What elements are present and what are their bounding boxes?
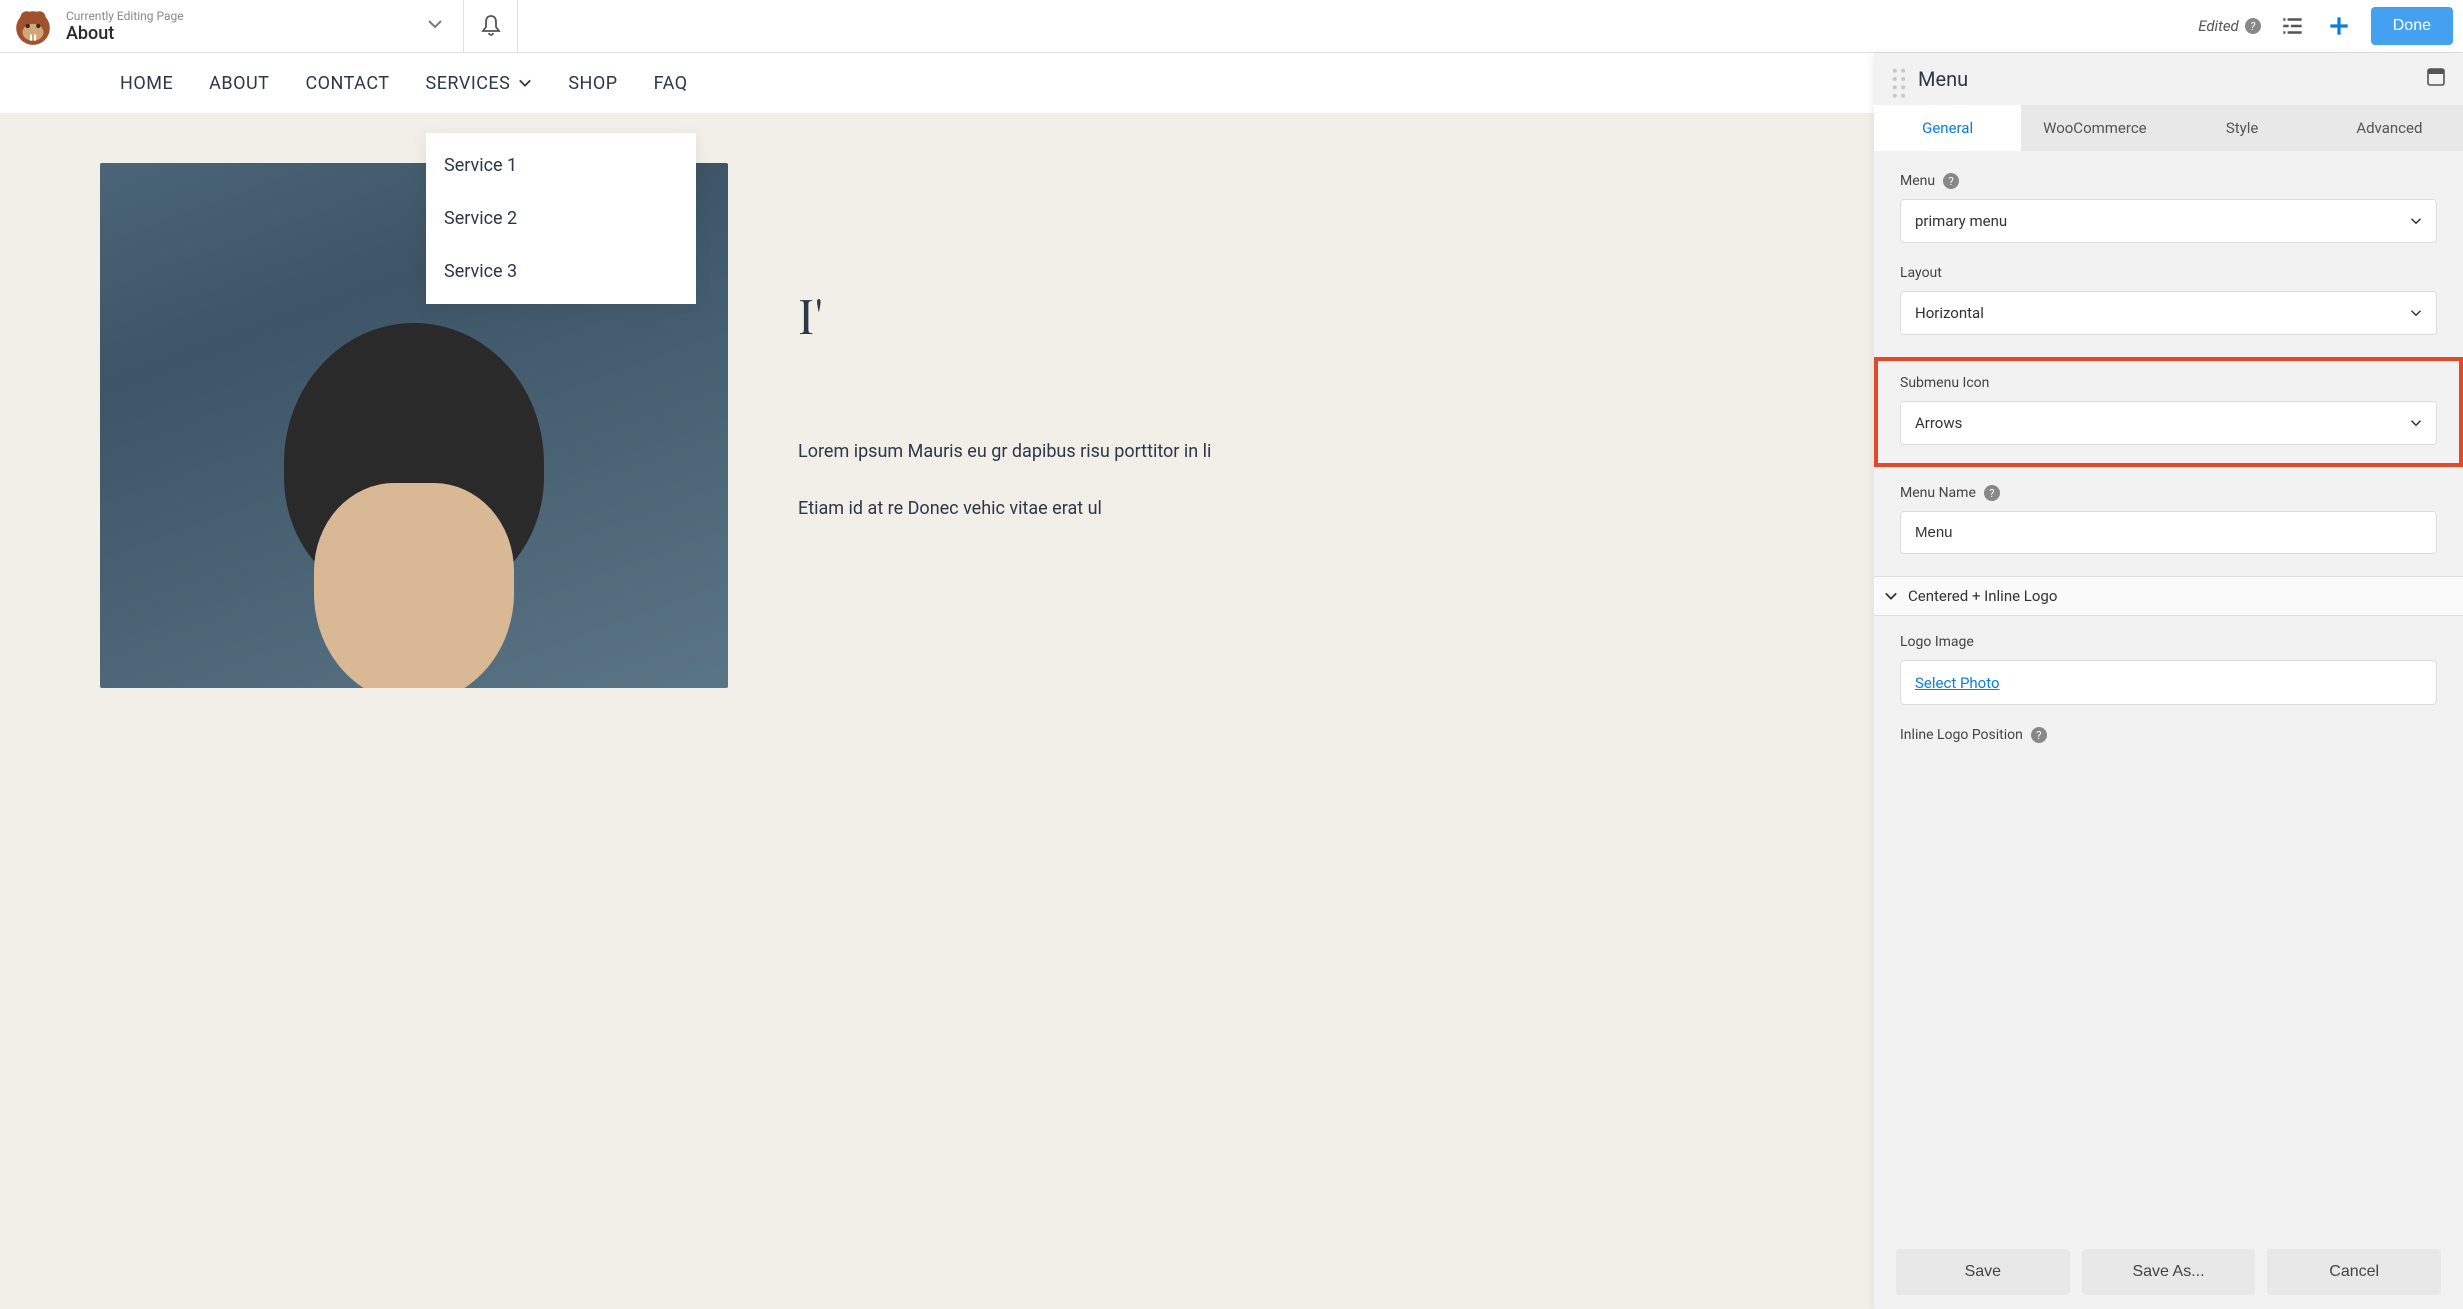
panel-tabs: General WooCommerce Style Advanced — [1874, 105, 2463, 151]
save-button[interactable]: Save — [1896, 1249, 2070, 1295]
menu-field-label-text: Menu — [1900, 173, 1935, 189]
logo-image-label: Logo Image — [1900, 634, 2437, 650]
layout-select-value: Horizontal — [1915, 304, 1984, 322]
field-inline-logo-position: Inline Logo Position ? — [1900, 727, 2437, 743]
submenu-service-3[interactable]: Service 3 — [426, 245, 696, 298]
chevron-down-icon — [518, 76, 532, 90]
page-info: Currently Editing Page About — [66, 9, 419, 44]
section-label: Centered + Inline Logo — [1908, 587, 2057, 605]
menu-name-label: Menu Name ? — [1900, 485, 2437, 501]
save-as-button[interactable]: Save As... — [2082, 1249, 2256, 1295]
top-right-actions: Edited ? Done — [2198, 7, 2463, 45]
menu-select-value: primary menu — [1915, 212, 2007, 230]
help-icon[interactable]: ? — [2031, 727, 2047, 743]
field-menu: Menu ? primary menu — [1900, 173, 2437, 243]
panel-footer: Save Save As... Cancel — [1874, 1235, 2463, 1309]
app-logo-icon — [12, 5, 54, 47]
notifications-wrapper — [464, 0, 518, 52]
submenu-service-2[interactable]: Service 2 — [426, 192, 696, 245]
outline-button[interactable] — [2279, 12, 2307, 40]
submenu-icon-select[interactable]: Arrows — [1900, 401, 2437, 445]
panel-body: Menu ? primary menu Layout Horizontal Su… — [1874, 151, 2463, 1235]
field-logo-image: Logo Image Select Photo — [1900, 634, 2437, 705]
section-centered-inline-logo[interactable]: Centered + Inline Logo — [1874, 576, 2463, 616]
add-button[interactable] — [2325, 12, 2353, 40]
done-button[interactable]: Done — [2371, 7, 2453, 45]
submenu-icon-value: Arrows — [1915, 414, 1962, 432]
inline-logo-pos-label: Inline Logo Position ? — [1900, 727, 2437, 743]
inline-logo-pos-label-text: Inline Logo Position — [1900, 727, 2023, 743]
nav-home[interactable]: HOME — [120, 73, 173, 94]
tab-style[interactable]: Style — [2169, 105, 2316, 151]
page-dropdown-toggle[interactable] — [419, 8, 451, 44]
chevron-down-icon — [2410, 215, 2422, 227]
window-icon — [2427, 68, 2445, 86]
panel-header: Menu — [1874, 53, 2463, 105]
help-icon[interactable]: ? — [1984, 485, 2000, 501]
list-icon — [2280, 13, 2306, 39]
submenu-service-1[interactable]: Service 1 — [426, 139, 696, 192]
chevron-down-icon — [2410, 417, 2422, 429]
services-submenu: Service 1 Service 2 Service 3 — [426, 133, 696, 304]
nav-services[interactable]: SERVICES — [426, 73, 533, 94]
nav-shop[interactable]: SHOP — [568, 73, 617, 94]
tab-advanced[interactable]: Advanced — [2316, 105, 2463, 151]
edited-text: Edited — [2198, 17, 2239, 35]
menu-name-input[interactable] — [1900, 511, 2437, 554]
nav-about[interactable]: ABOUT — [209, 73, 269, 94]
page-editing-label: Currently Editing Page — [66, 9, 419, 23]
menu-select[interactable]: primary menu — [1900, 199, 2437, 243]
plus-icon — [2326, 13, 2352, 39]
field-layout: Layout Horizontal — [1900, 265, 2437, 335]
layout-field-label: Layout — [1900, 265, 2437, 281]
chevron-down-icon — [1884, 589, 1898, 603]
chevron-down-icon — [427, 16, 443, 32]
top-toolbar: Currently Editing Page About Edited ? Do… — [0, 0, 2463, 53]
tab-general[interactable]: General — [1874, 105, 2021, 151]
menu-name-label-text: Menu Name — [1900, 485, 1976, 501]
expand-panel-button[interactable] — [2427, 68, 2445, 90]
help-icon[interactable]: ? — [1943, 173, 1959, 189]
top-left-section: Currently Editing Page About — [0, 0, 464, 52]
bell-icon[interactable] — [479, 14, 503, 38]
drag-handle-icon[interactable] — [1892, 65, 1906, 93]
select-photo-link[interactable]: Select Photo — [1915, 674, 2000, 692]
logo-image-field: Select Photo — [1900, 660, 2437, 705]
submenu-icon-label: Submenu Icon — [1900, 375, 2437, 391]
help-icon[interactable]: ? — [2245, 18, 2261, 34]
cancel-button[interactable]: Cancel — [2267, 1249, 2441, 1295]
field-submenu-icon-highlighted: Submenu Icon Arrows — [1874, 357, 2463, 467]
panel-title: Menu — [1918, 67, 2427, 91]
menu-field-label: Menu ? — [1900, 173, 2437, 189]
chevron-down-icon — [2410, 307, 2422, 319]
field-menu-name: Menu Name ? — [1900, 485, 2437, 554]
tab-woocommerce[interactable]: WooCommerce — [2021, 105, 2168, 151]
nav-services-label: SERVICES — [426, 73, 511, 94]
edited-status: Edited ? — [2198, 17, 2261, 35]
settings-panel: Menu General WooCommerce Style Advanced … — [1874, 53, 2463, 1309]
nav-faq[interactable]: FAQ — [654, 73, 688, 94]
nav-contact[interactable]: CONTACT — [305, 73, 389, 94]
page-title: About — [66, 23, 419, 44]
layout-select[interactable]: Horizontal — [1900, 291, 2437, 335]
